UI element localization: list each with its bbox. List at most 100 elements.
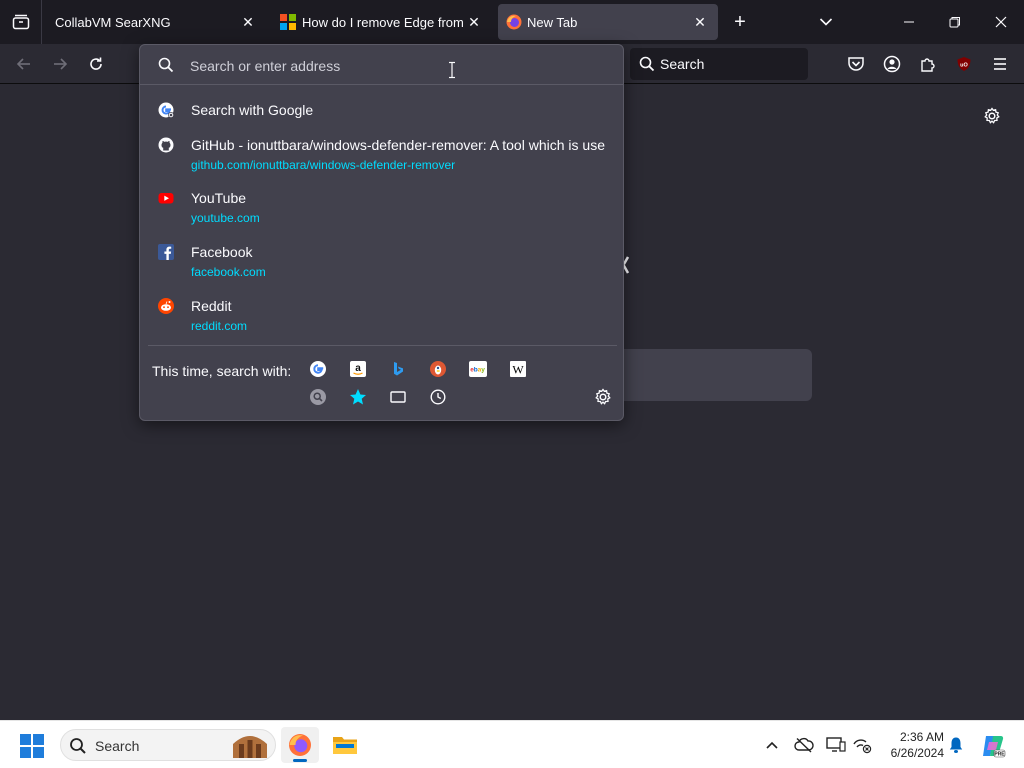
close-tab-icon[interactable]: ✕	[466, 14, 482, 30]
svg-text:y: y	[481, 367, 485, 374]
clock-date: 6/26/2024	[890, 746, 944, 760]
address-bar-input[interactable]	[190, 55, 590, 77]
extensions-button[interactable]	[914, 50, 942, 78]
taskbar-firefox[interactable]	[281, 727, 319, 763]
show-hidden-icons-button[interactable]	[762, 735, 782, 755]
firefox-view-button[interactable]	[0, 0, 42, 44]
new-tab-page-search-box[interactable]	[600, 349, 812, 401]
ublock-origin-button[interactable]: uO	[950, 50, 978, 78]
network-disconnected-icon	[853, 739, 872, 754]
youtube-icon	[158, 193, 174, 204]
bing-icon	[394, 362, 403, 376]
close-tab-icon[interactable]: ✕	[240, 14, 256, 30]
tab-title: How do I remove Edge from my	[302, 14, 468, 30]
taskbar-clock[interactable]: 2:36 AM 6/26/2024	[882, 729, 944, 761]
result-title: YouTube	[191, 190, 247, 206]
history-clock-icon	[430, 389, 446, 405]
result-title: Facebook	[191, 244, 253, 260]
gear-icon	[984, 107, 1000, 124]
toolbar-search-placeholder: Search	[660, 56, 705, 72]
svg-text:a: a	[355, 363, 361, 374]
ebay-icon: ebay	[469, 361, 487, 377]
bookmarks-star-icon	[350, 389, 366, 405]
display-tray-button[interactable]	[826, 735, 846, 755]
engine-amazon-button[interactable]: a	[349, 360, 367, 378]
chevron-up-icon	[766, 741, 778, 749]
windows-logo-tile	[33, 734, 44, 745]
firefox-icon	[506, 14, 522, 30]
network-tray-button[interactable]	[852, 735, 872, 755]
svg-text:uO: uO	[960, 63, 968, 69]
tab-title: CollabVM SearXNG	[55, 14, 171, 30]
account-icon	[883, 55, 901, 73]
google-icon	[158, 102, 174, 118]
mode-history-button[interactable]	[429, 388, 447, 406]
tab-new-tab[interactable]: New Tab ✕	[498, 4, 718, 40]
mode-bookmarks-button[interactable]	[349, 388, 367, 406]
firefox-view-icon	[12, 14, 29, 30]
back-button[interactable]	[10, 50, 38, 78]
toolbar-search-box[interactable]: Search	[630, 48, 808, 80]
windows-logo-tile	[20, 734, 31, 745]
restore-button[interactable]	[932, 0, 978, 44]
notifications-button[interactable]	[946, 735, 966, 755]
engine-google-button[interactable]	[309, 360, 327, 378]
windows-logo-tile	[20, 747, 31, 758]
puzzle-icon	[921, 58, 935, 72]
taskbar-file-explorer[interactable]	[326, 727, 364, 763]
result-facebook[interactable]: Facebook facebook.com	[148, 240, 617, 284]
result-title: Reddit	[191, 298, 232, 314]
tab-title: New Tab	[527, 14, 578, 30]
reload-button[interactable]	[82, 50, 110, 78]
engine-ebay-button[interactable]: ebay	[469, 360, 487, 378]
reload-icon	[90, 57, 102, 70]
new-tab-button[interactable]: +	[728, 8, 752, 36]
tab-remove-edge[interactable]: How do I remove Edge from my ✕	[272, 4, 492, 40]
result-title: GitHub - ionuttbara/windows-defender-rem…	[191, 137, 605, 153]
engine-duckduckgo-button[interactable]	[429, 360, 447, 378]
minimize-icon	[904, 21, 914, 23]
result-url: youtube.com	[191, 211, 260, 225]
close-tab-icon[interactable]: ✕	[692, 14, 708, 30]
search-icon	[70, 738, 86, 754]
result-search-with-google[interactable]: Search with Google	[148, 97, 617, 125]
new-tab-settings-button[interactable]	[980, 104, 1004, 128]
engine-wikipedia-button[interactable]: W	[509, 360, 527, 378]
result-github[interactable]: GitHub - ionuttbara/windows-defender-rem…	[148, 133, 617, 177]
engine-bing-button[interactable]	[389, 360, 407, 378]
minimize-button[interactable]	[886, 0, 932, 44]
one-off-search-label: This time, search with:	[152, 363, 292, 379]
forward-button[interactable]	[46, 50, 74, 78]
taskbar-search-box[interactable]: Search	[60, 729, 276, 761]
copilot-icon: PRE	[983, 736, 1005, 758]
bell-icon	[949, 737, 963, 753]
urlbar-input-row	[140, 45, 623, 85]
account-button[interactable]	[878, 50, 906, 78]
tabs-icon	[390, 391, 406, 403]
reddit-icon	[158, 298, 174, 314]
start-button[interactable]	[20, 734, 44, 758]
searxng-icon	[310, 389, 326, 405]
divider	[148, 345, 617, 346]
google-icon	[310, 361, 326, 377]
ublock-origin-icon: uO	[957, 57, 971, 71]
search-settings-button[interactable]	[594, 388, 612, 406]
wikipedia-icon: W	[510, 361, 526, 377]
windows-taskbar: Search 2:36 AM 6/26/2024 PRE	[0, 720, 1024, 768]
tab-strip: CollabVM SearXNG ✕ How do I remove Edge …	[0, 0, 1024, 44]
result-youtube[interactable]: YouTube youtube.com	[148, 186, 617, 230]
copilot-button[interactable]: PRE	[980, 733, 1006, 759]
tab-collabvm-searxng[interactable]: CollabVM SearXNG ✕	[44, 4, 266, 40]
urlbar-dropdown-panel: Search with Google GitHub - ionuttbara/w…	[139, 44, 624, 421]
pocket-icon	[848, 57, 864, 71]
list-all-tabs-button[interactable]	[814, 8, 838, 36]
pocket-button[interactable]	[842, 50, 870, 78]
result-reddit[interactable]: Reddit reddit.com	[148, 294, 617, 338]
app-menu-button[interactable]	[986, 50, 1014, 78]
mode-tabs-button[interactable]	[389, 388, 407, 406]
display-settings-icon	[826, 737, 846, 752]
mode-searxng-button[interactable]	[309, 388, 327, 406]
close-window-button[interactable]	[978, 0, 1024, 44]
hamburger-menu-icon	[994, 58, 1006, 70]
onedrive-tray-button[interactable]	[794, 735, 814, 755]
